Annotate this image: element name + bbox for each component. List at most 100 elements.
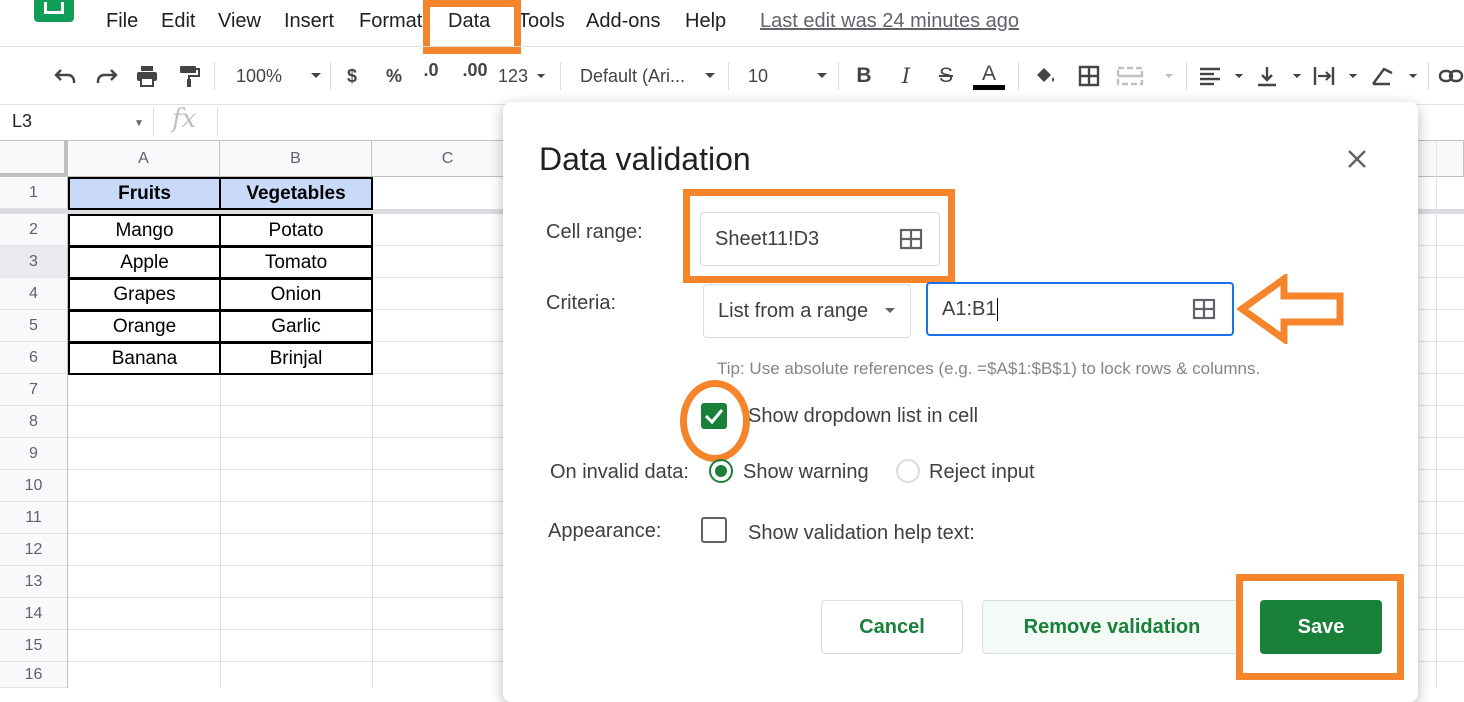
font-family-value: Default (Ari... [580, 65, 686, 86]
menu-format[interactable]: Format [359, 10, 422, 33]
text-wrap-icon[interactable] [1312, 60, 1358, 92]
chevron-down-icon [885, 308, 895, 313]
criteria-type-select[interactable]: List from a range [703, 284, 911, 338]
reject-input-radio[interactable] [896, 459, 920, 483]
formula-separator [153, 108, 154, 136]
row-header-4[interactable]: 4 [0, 278, 68, 310]
row-header-8[interactable]: 8 [0, 406, 68, 438]
currency-format-button[interactable]: $ [340, 60, 364, 92]
grid-select-icon[interactable] [1192, 298, 1216, 320]
show-warning-radio[interactable] [709, 459, 733, 483]
more-formats-select[interactable]: 123 [498, 60, 546, 92]
cell-range-label: Cell range: [546, 221, 643, 243]
more-formats-label: 123 [498, 65, 529, 86]
chevron-down-icon [1408, 73, 1418, 78]
row-header-11[interactable]: 11 [0, 502, 68, 534]
cell-range-highlight [683, 189, 955, 283]
row-header-14[interactable]: 14 [0, 598, 68, 630]
toolbar-separator [1018, 62, 1019, 90]
reject-input-label: Reject input [929, 461, 1035, 483]
insert-link-icon[interactable] [1438, 60, 1464, 92]
select-all-corner[interactable] [0, 141, 68, 177]
column-header-b[interactable]: B [220, 141, 372, 177]
column-header-a[interactable]: A [68, 141, 220, 177]
help-text-checkbox[interactable] [701, 517, 727, 543]
strikethrough-button[interactable]: S [934, 60, 958, 92]
increase-decimal-button[interactable]: .00 [458, 60, 492, 92]
print-icon[interactable] [132, 60, 162, 92]
horizontal-align-icon[interactable] [1198, 60, 1244, 92]
toolbar-separator [330, 62, 331, 90]
row-header-3[interactable]: 3 [0, 246, 68, 278]
redo-icon[interactable] [92, 60, 122, 92]
chevron-down-icon [311, 73, 321, 78]
cell-a2[interactable]: Mango [68, 214, 221, 247]
last-edit-link[interactable]: Last edit was 24 minutes ago [760, 10, 1019, 33]
font-size-select[interactable]: 10 [748, 60, 828, 92]
borders-icon[interactable] [1074, 60, 1104, 92]
merge-cells-icon[interactable] [1116, 60, 1174, 92]
menu-addons[interactable]: Add-ons [586, 10, 661, 33]
cell-b5[interactable]: Garlic [219, 310, 373, 343]
invalid-data-label: On invalid data: [550, 461, 689, 483]
cell-b3[interactable]: Tomato [219, 246, 373, 279]
chevron-down-icon [705, 73, 715, 78]
cell-a4[interactable]: Grapes [68, 278, 221, 311]
cell-a3[interactable]: Apple [68, 246, 221, 279]
show-dropdown-label: Show dropdown list in cell [748, 405, 979, 427]
close-icon[interactable] [1342, 144, 1372, 174]
formula-separator [217, 108, 218, 136]
fill-color-icon[interactable] [1030, 60, 1060, 92]
cell-b6[interactable]: Brinjal [219, 342, 373, 375]
font-size-value: 10 [748, 65, 769, 86]
cell-b4[interactable]: Onion [219, 278, 373, 311]
checkbox-highlight [680, 380, 750, 462]
font-family-select[interactable]: Default (Ari... [580, 60, 716, 92]
radio-dot [715, 465, 727, 477]
vertical-align-icon[interactable] [1256, 60, 1302, 92]
menu-view[interactable]: View [218, 10, 261, 33]
chevron-down-icon [1348, 73, 1358, 78]
toolbar-separator [214, 62, 215, 90]
row-header-5[interactable]: 5 [0, 310, 68, 342]
menu-file[interactable]: File [106, 10, 138, 33]
cell-a1[interactable]: Fruits [68, 177, 221, 210]
paint-format-icon[interactable] [174, 60, 204, 92]
italic-button[interactable]: I [894, 60, 918, 92]
toolbar-separator [1428, 62, 1429, 90]
chevron-down-icon[interactable]: ▼ [134, 118, 144, 129]
zoom-select[interactable]: 100% [228, 60, 322, 92]
column-header-c[interactable]: C [372, 141, 524, 177]
row-header-7[interactable]: 7 [0, 374, 68, 406]
show-warning-label: Show warning [743, 461, 869, 483]
text-rotation-icon[interactable] [1370, 60, 1418, 92]
row-header-2[interactable]: 2 [0, 214, 68, 246]
menu-insert[interactable]: Insert [284, 10, 334, 33]
sheets-logo[interactable] [34, 0, 74, 22]
cell-b1[interactable]: Vegetables [219, 177, 373, 210]
name-box[interactable]: L3 [12, 111, 32, 132]
row-header-16[interactable]: 16 [0, 662, 68, 688]
row-header-12[interactable]: 12 [0, 534, 68, 566]
cell-a6[interactable]: Banana [68, 342, 221, 375]
row-header-10[interactable]: 10 [0, 470, 68, 502]
cancel-button[interactable]: Cancel [821, 600, 963, 654]
percent-format-button[interactable]: % [382, 60, 406, 92]
undo-icon[interactable] [50, 60, 80, 92]
menu-help[interactable]: Help [685, 10, 726, 33]
menu-tools[interactable]: Tools [518, 10, 565, 33]
row-header-15[interactable]: 15 [0, 630, 68, 662]
row-header-9[interactable]: 9 [0, 438, 68, 470]
row-header-6[interactable]: 6 [0, 342, 68, 374]
grid-line [1436, 141, 1437, 688]
row-header-1[interactable]: 1 [0, 177, 68, 209]
cell-b2[interactable]: Potato [219, 214, 373, 247]
text-color-button[interactable]: A [972, 60, 1006, 92]
cell-a5[interactable]: Orange [68, 310, 221, 343]
menu-edit[interactable]: Edit [161, 10, 195, 33]
decrease-decimal-button[interactable]: .0 [418, 60, 444, 92]
remove-validation-button[interactable]: Remove validation [982, 600, 1242, 654]
bold-button[interactable]: B [852, 60, 876, 92]
criteria-range-input[interactable]: A1:B1 [926, 282, 1234, 336]
row-header-13[interactable]: 13 [0, 566, 68, 598]
